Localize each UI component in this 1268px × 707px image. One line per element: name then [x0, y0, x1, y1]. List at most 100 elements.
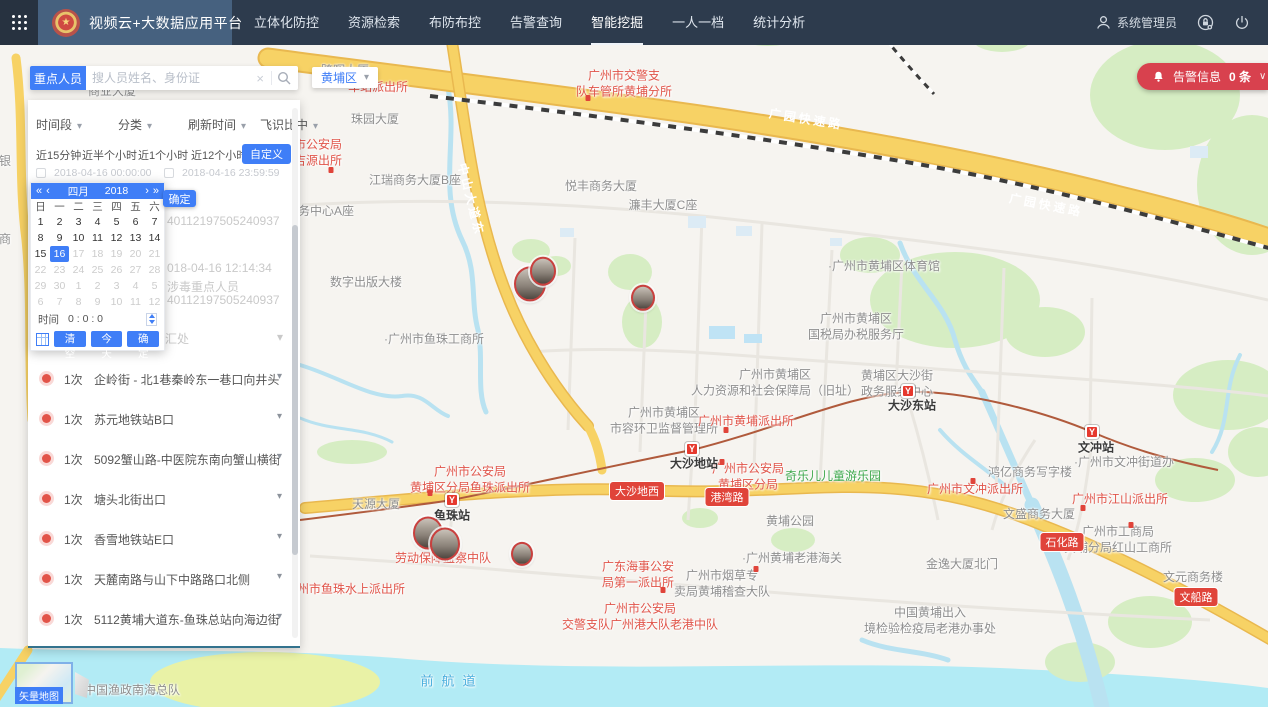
expand-caret-icon[interactable]: ▾: [277, 571, 282, 582]
ok-button[interactable]: 确定: [127, 331, 159, 347]
calendar-day[interactable]: 17: [69, 246, 88, 262]
menu-item[interactable]: 一人一档: [672, 0, 724, 45]
menu-item[interactable]: 布防布控: [429, 0, 481, 45]
calendar-day[interactable]: 22: [31, 262, 50, 278]
calendar-day[interactable]: 2: [88, 278, 107, 294]
scrollbar[interactable]: [292, 108, 298, 638]
start-time-value[interactable]: 2018-04-16 00:00:00: [54, 167, 152, 179]
calendar-day[interactable]: 12: [107, 230, 126, 246]
calendar-day[interactable]: 29: [31, 278, 50, 294]
quick-range-button[interactable]: 近半个小时: [82, 147, 137, 163]
scrollbar-thumb[interactable]: [292, 225, 298, 555]
calendar-day[interactable]: 26: [107, 262, 126, 278]
calendar-day[interactable]: 20: [126, 246, 145, 262]
filter-dropdown[interactable]: 时间段▾: [36, 116, 82, 133]
calendar-day[interactable]: 21: [145, 246, 164, 262]
calendar-day[interactable]: 5: [107, 214, 126, 230]
menu-item[interactable]: 智能挖掘: [591, 0, 643, 45]
calendar-day[interactable]: 10: [69, 230, 88, 246]
location-row[interactable]: 1次苏元地铁站B口▾: [28, 407, 300, 431]
time-spinner[interactable]: [146, 313, 157, 326]
expand-caret-icon[interactable]: ▾: [277, 371, 282, 382]
calendar-day[interactable]: 16: [50, 246, 69, 262]
quick-range-button[interactable]: 近1个小时: [138, 147, 188, 163]
menu-item[interactable]: 资源检索: [348, 0, 400, 45]
expand-caret-icon[interactable]: ▾: [277, 491, 282, 502]
next-year-icon[interactable]: »: [153, 185, 159, 197]
location-row[interactable]: 1次5092蟹山路-中医院东南向蟹山横街▾: [28, 447, 300, 471]
calendar-day[interactable]: 18: [88, 246, 107, 262]
calendar-day[interactable]: 5: [145, 278, 164, 294]
location-row[interactable]: 1次企岭街 - 北1巷秦岭东一巷口向井头▾: [28, 367, 300, 391]
calendar-day[interactable]: 23: [50, 262, 69, 278]
calendar-day[interactable]: 11: [88, 230, 107, 246]
clear-icon[interactable]: ×: [252, 71, 268, 86]
quick-range-button[interactable]: 自定义: [242, 144, 291, 164]
calendar-day[interactable]: 3: [69, 214, 88, 230]
calendar-day[interactable]: 24: [69, 262, 88, 278]
calendar-day[interactable]: 27: [126, 262, 145, 278]
spin-down-icon[interactable]: [149, 320, 155, 324]
checkbox-icon[interactable]: [164, 168, 174, 178]
time-values[interactable]: 0 : 0 : 0: [68, 313, 103, 325]
calendar-day[interactable]: 15: [31, 246, 50, 262]
calendar-year[interactable]: 2018: [105, 185, 128, 197]
calendar-day[interactable]: 11: [126, 294, 145, 310]
user-menu[interactable]: 系统管理员: [1096, 14, 1177, 31]
checkbox-icon[interactable]: [36, 168, 46, 178]
spin-up-icon[interactable]: [149, 314, 155, 318]
calendar-day[interactable]: 30: [50, 278, 69, 294]
filter-dropdown[interactable]: 分类▾: [118, 116, 152, 133]
expand-caret-icon[interactable]: ▾: [277, 451, 282, 462]
end-time-value[interactable]: 2018-04-16 23:59:59: [182, 167, 280, 179]
location-row[interactable]: 1次天麓南路与山下中路路口北侧▾: [28, 567, 300, 591]
search-input[interactable]: [86, 71, 252, 85]
today-button[interactable]: 今天: [91, 331, 123, 347]
power-icon[interactable]: [1234, 15, 1250, 31]
quick-range-button[interactable]: 近15分钟: [36, 147, 81, 163]
location-row[interactable]: 1次塘头北街出口▾: [28, 487, 300, 511]
person-photo-marker[interactable]: [530, 257, 556, 286]
calendar-day[interactable]: 6: [126, 214, 145, 230]
filter-dropdown[interactable]: 刷新时间▾: [188, 116, 246, 133]
calendar-day[interactable]: 8: [69, 294, 88, 310]
calendar-day[interactable]: 12: [145, 294, 164, 310]
prev-month-icon[interactable]: ‹: [46, 185, 50, 197]
clear-button[interactable]: 清空: [54, 331, 86, 347]
calendar-day[interactable]: 14: [145, 230, 164, 246]
calendar-day[interactable]: 19: [107, 246, 126, 262]
calendar-day[interactable]: 3: [107, 278, 126, 294]
minimap[interactable]: 矢量地图: [15, 662, 73, 704]
security-lock-icon[interactable]: [1197, 14, 1214, 31]
calendar-grid-icon[interactable]: [36, 333, 49, 346]
filter-dropdown[interactable]: 飞识比中▾: [260, 116, 318, 133]
calendar-day[interactable]: 1: [69, 278, 88, 294]
location-row[interactable]: 1次5112黄埔大道东-鱼珠总站向海边街（全）▾: [28, 607, 300, 631]
calendar-day[interactable]: 9: [88, 294, 107, 310]
calendar-day[interactable]: 4: [88, 214, 107, 230]
calendar-day[interactable]: 28: [145, 262, 164, 278]
calendar-day[interactable]: 10: [107, 294, 126, 310]
menu-item[interactable]: 告警查询: [510, 0, 562, 45]
person-photo-marker[interactable]: [511, 542, 533, 566]
quick-range-button[interactable]: 近12个小时: [191, 147, 247, 163]
search-icon[interactable]: [277, 71, 291, 85]
calendar-day[interactable]: 4: [126, 278, 145, 294]
key-person-tag-button[interactable]: 重点人员: [30, 66, 86, 90]
calendar-day[interactable]: 2: [50, 214, 69, 230]
calendar-day[interactable]: 7: [50, 294, 69, 310]
expand-caret-icon[interactable]: ▾: [277, 531, 282, 542]
expand-caret-icon[interactable]: ▾: [277, 411, 282, 422]
person-photo-marker[interactable]: [430, 528, 460, 561]
calendar-day[interactable]: 6: [31, 294, 50, 310]
expand-caret-icon[interactable]: ▾: [277, 611, 282, 622]
location-row[interactable]: 1次香雪地铁站E口▾: [28, 527, 300, 551]
calendar-day[interactable]: 7: [145, 214, 164, 230]
menu-item[interactable]: 统计分析: [753, 0, 805, 45]
calendar-day[interactable]: 9: [50, 230, 69, 246]
district-dropdown[interactable]: 黄埔区 ▾: [312, 67, 378, 88]
prev-year-icon[interactable]: «: [36, 185, 42, 197]
confirm-button[interactable]: 确定: [163, 190, 196, 207]
alarm-pill[interactable]: 告警信息 0 条 ∨: [1137, 63, 1268, 90]
menu-item[interactable]: 立体化防控: [254, 0, 319, 45]
